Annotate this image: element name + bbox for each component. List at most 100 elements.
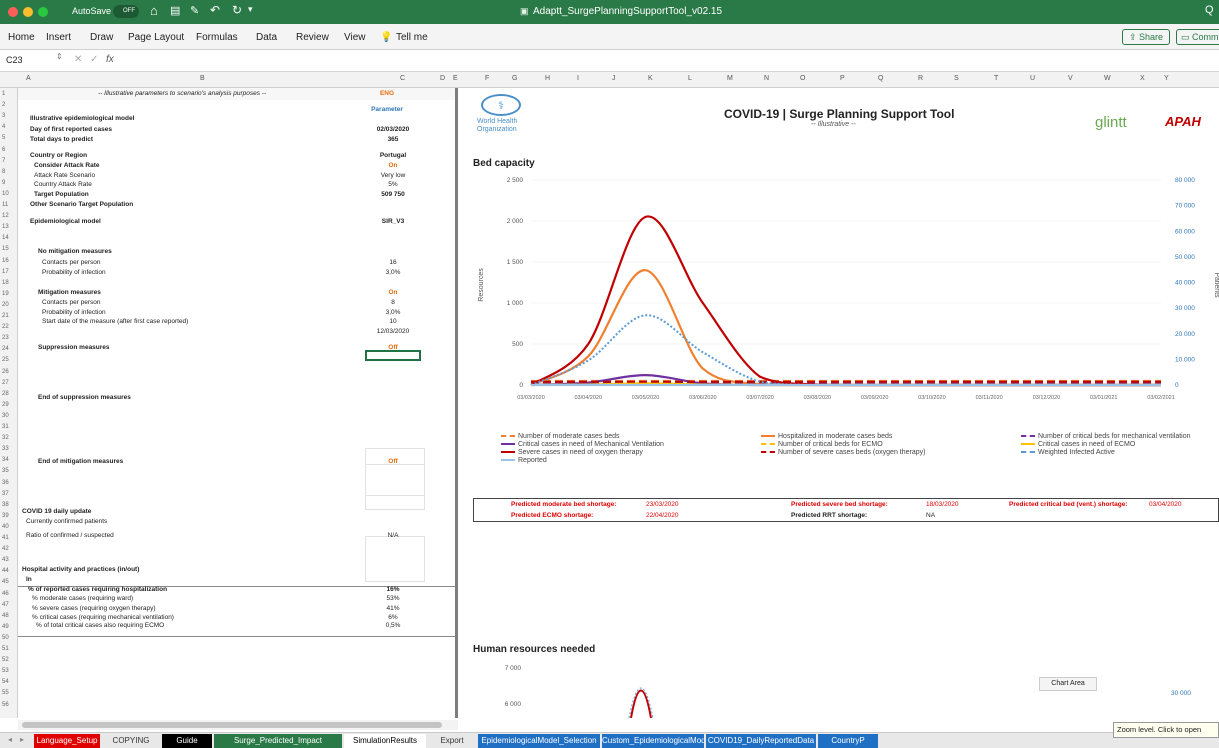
- column-header-w[interactable]: W: [1104, 75, 1111, 82]
- parameter-value[interactable]: Off: [363, 458, 423, 465]
- sheet-tab[interactable]: COPYING: [102, 734, 160, 748]
- row-number[interactable]: 5: [2, 135, 5, 141]
- cancel-icon[interactable]: ✕: [74, 54, 82, 65]
- row-number[interactable]: 19: [2, 291, 9, 297]
- column-header-s[interactable]: S: [954, 75, 959, 82]
- row-number[interactable]: 8: [2, 169, 5, 175]
- column-header-x[interactable]: X: [1140, 75, 1145, 82]
- row-number[interactable]: 12: [2, 213, 9, 219]
- row-number[interactable]: 33: [2, 446, 9, 452]
- column-header-l[interactable]: L: [688, 75, 692, 82]
- row-number[interactable]: 30: [2, 413, 9, 419]
- menu-draw[interactable]: Draw: [90, 32, 113, 43]
- column-header-j[interactable]: J: [612, 75, 616, 82]
- end-suppression-input-box[interactable]: [365, 464, 425, 510]
- parameter-value[interactable]: 365: [363, 136, 423, 143]
- menu-review[interactable]: Review: [296, 32, 329, 43]
- parameter-value[interactable]: 12/03/2020: [363, 328, 423, 335]
- row-number[interactable]: 20: [2, 302, 9, 308]
- menu-tell-me[interactable]: Tell me: [396, 32, 428, 43]
- sheet-tab[interactable]: Export: [428, 734, 476, 748]
- cell-reference-box[interactable]: C23: [6, 55, 23, 65]
- row-number[interactable]: 52: [2, 657, 9, 663]
- close-window-button[interactable]: [8, 7, 18, 17]
- row-number[interactable]: 40: [2, 524, 9, 530]
- parameter-value[interactable]: 10: [363, 318, 423, 325]
- menu-home[interactable]: Home: [8, 32, 35, 43]
- parameter-value[interactable]: 3,0%: [363, 269, 423, 276]
- comments-button[interactable]: ▭ Comm: [1176, 29, 1219, 45]
- row-number[interactable]: 28: [2, 391, 9, 397]
- parameter-value[interactable]: SIR_V3: [363, 218, 423, 225]
- row-number[interactable]: 1: [2, 91, 5, 97]
- row-number[interactable]: 7: [2, 158, 5, 164]
- row-number[interactable]: 32: [2, 435, 9, 441]
- parameter-value[interactable]: 5%: [363, 181, 423, 188]
- column-header-q[interactable]: Q: [878, 75, 883, 82]
- column-header-b[interactable]: B: [200, 75, 205, 82]
- column-header-g[interactable]: G: [512, 75, 517, 82]
- search-icon[interactable]: Q: [1205, 4, 1214, 16]
- menu-formulas[interactable]: Formulas: [196, 32, 238, 43]
- row-number[interactable]: 36: [2, 480, 9, 486]
- menu-view[interactable]: View: [344, 32, 366, 43]
- column-header-y[interactable]: Y: [1164, 75, 1169, 82]
- column-header-c[interactable]: C: [400, 75, 405, 82]
- column-header-d[interactable]: D: [440, 75, 445, 82]
- parameter-value[interactable]: 6%: [363, 614, 423, 621]
- language-value[interactable]: ENG: [357, 90, 417, 97]
- menu-page-layout[interactable]: Page Layout: [128, 32, 184, 43]
- row-number[interactable]: 15: [2, 246, 9, 252]
- row-number[interactable]: 55: [2, 690, 9, 696]
- tab-scroll-left-icon[interactable]: ◂: [8, 735, 12, 744]
- formula-input[interactable]: [130, 54, 1210, 68]
- function-icon[interactable]: fx: [106, 54, 114, 65]
- column-header-m[interactable]: M: [727, 75, 733, 82]
- row-number[interactable]: 45: [2, 579, 9, 585]
- row-number[interactable]: 6: [2, 147, 5, 153]
- parameter-value[interactable]: 3,0%: [363, 309, 423, 316]
- column-header-i[interactable]: I: [577, 75, 579, 82]
- column-header-o[interactable]: O: [800, 75, 805, 82]
- human-resources-chart[interactable]: 6 0007 00025 00030 000: [471, 658, 1219, 718]
- row-number[interactable]: 22: [2, 324, 9, 330]
- row-number[interactable]: 44: [2, 568, 9, 574]
- row-number[interactable]: 42: [2, 546, 9, 552]
- row-number[interactable]: 34: [2, 457, 9, 463]
- autosave-toggle[interactable]: OFF: [113, 5, 139, 18]
- parameter-value[interactable]: 8: [363, 299, 423, 306]
- row-number[interactable]: 4: [2, 124, 5, 130]
- row-number[interactable]: 46: [2, 591, 9, 597]
- row-number[interactable]: 25: [2, 357, 9, 363]
- row-number[interactable]: 16: [2, 258, 9, 264]
- row-number[interactable]: 14: [2, 235, 9, 241]
- column-header-a[interactable]: A: [26, 75, 31, 82]
- column-header-n[interactable]: N: [764, 75, 769, 82]
- save-icon[interactable]: ▤: [170, 4, 180, 17]
- selected-cell[interactable]: [365, 350, 421, 361]
- redo-icon[interactable]: ↻: [232, 3, 242, 17]
- row-number[interactable]: 54: [2, 679, 9, 685]
- row-number[interactable]: 51: [2, 646, 9, 652]
- row-number[interactable]: 31: [2, 424, 9, 430]
- menu-insert[interactable]: Insert: [46, 32, 71, 43]
- undo-icon[interactable]: ↶: [210, 3, 220, 17]
- sheet-tab[interactable]: COVID19_DailyReportedData: [706, 734, 816, 748]
- parameter-value[interactable]: 509 750: [363, 191, 423, 198]
- row-number[interactable]: 21: [2, 313, 9, 319]
- column-header-e[interactable]: E: [453, 75, 458, 82]
- bed-capacity-chart[interactable]: 0 500 1 000 1 500 2 000 2 500 0 10 000 20 000 30 …: [471, 170, 1219, 470]
- row-number[interactable]: 23: [2, 335, 9, 341]
- row-number[interactable]: 56: [2, 702, 9, 708]
- sheet-tab[interactable]: Language_Setup: [34, 734, 100, 748]
- row-number[interactable]: 11: [2, 202, 8, 208]
- share-button[interactable]: ⇪ Share: [1122, 29, 1170, 45]
- scrollbar-thumb[interactable]: [22, 722, 442, 728]
- sheet-tab[interactable]: EpidemiologicalModel_Selection: [478, 734, 600, 748]
- quick-access-chevron-icon[interactable]: ▾: [248, 4, 253, 15]
- confirm-icon[interactable]: ✓: [90, 54, 98, 65]
- end-mitigation-input-box[interactable]: [365, 536, 425, 582]
- row-number[interactable]: 48: [2, 613, 9, 619]
- row-number[interactable]: 41: [2, 535, 9, 541]
- maximize-window-button[interactable]: [38, 7, 48, 17]
